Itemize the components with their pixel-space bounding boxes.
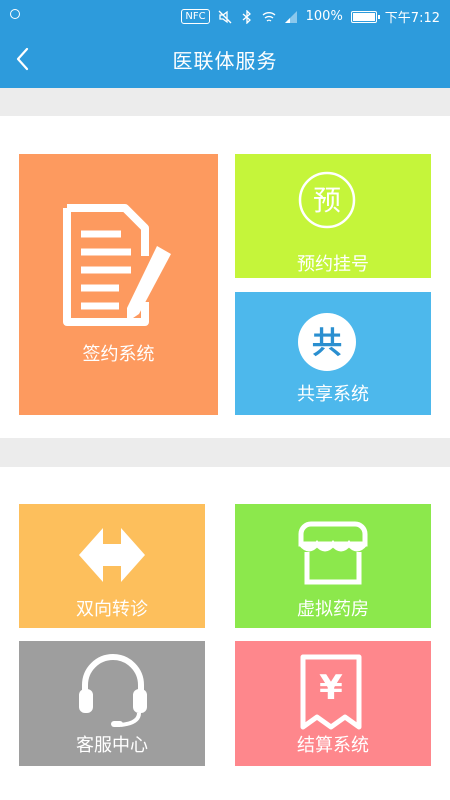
appointment-label: 预约挂号 [297, 254, 369, 275]
svg-text:共: 共 [312, 326, 342, 361]
store-icon [298, 521, 368, 585]
bluetooth-icon [242, 9, 251, 24]
page-title: 医联体服务 [172, 49, 278, 73]
battery-icon [350, 10, 380, 23]
receipt-yen-icon: ¥ [300, 654, 362, 730]
appointment-icon: 预 [298, 171, 356, 229]
billing-tile[interactable]: ¥ 结算系统 [235, 641, 431, 766]
wifi-icon [262, 11, 276, 22]
pharmacy-label: 虚拟药房 [297, 599, 369, 620]
referral-label: 双向转诊 [76, 599, 148, 620]
mute-icon [218, 10, 232, 23]
sign-system-label: 签约系统 [82, 344, 155, 365]
document-pen-icon [63, 204, 171, 326]
billing-label: 结算系统 [297, 735, 369, 756]
share-system-label: 共享系统 [297, 384, 369, 405]
appointment-tile[interactable]: 预 预约挂号 [235, 154, 431, 278]
svg-text:¥: ¥ [319, 668, 343, 708]
headset-icon [79, 654, 147, 727]
status-icons: NFC 100% 下午7:12 [181, 7, 440, 26]
pharmacy-tile[interactable]: 虚拟药房 [235, 504, 431, 628]
customer-service-label: 客服中心 [76, 735, 148, 756]
signal-icon [284, 10, 297, 23]
customer-service-tile[interactable]: 客服中心 [19, 641, 205, 766]
nav-bar: 医联体服务 [0, 30, 450, 88]
clock: 下午7:12 [384, 11, 440, 26]
referral-tile[interactable]: 双向转诊 [19, 504, 205, 628]
status-bar: NFC 100% 下午7:12 [0, 0, 450, 30]
battery-percent: 100% [305, 9, 343, 24]
sign-system-tile[interactable]: 签约系统 [19, 154, 218, 415]
share-system-tile[interactable]: 共 共享系统 [235, 292, 431, 415]
two-way-arrow-icon [79, 528, 145, 582]
nfc-indicator: NFC [181, 9, 210, 24]
notification-icon [10, 9, 20, 19]
svg-text:预: 预 [313, 184, 341, 217]
share-icon: 共 [298, 313, 356, 371]
